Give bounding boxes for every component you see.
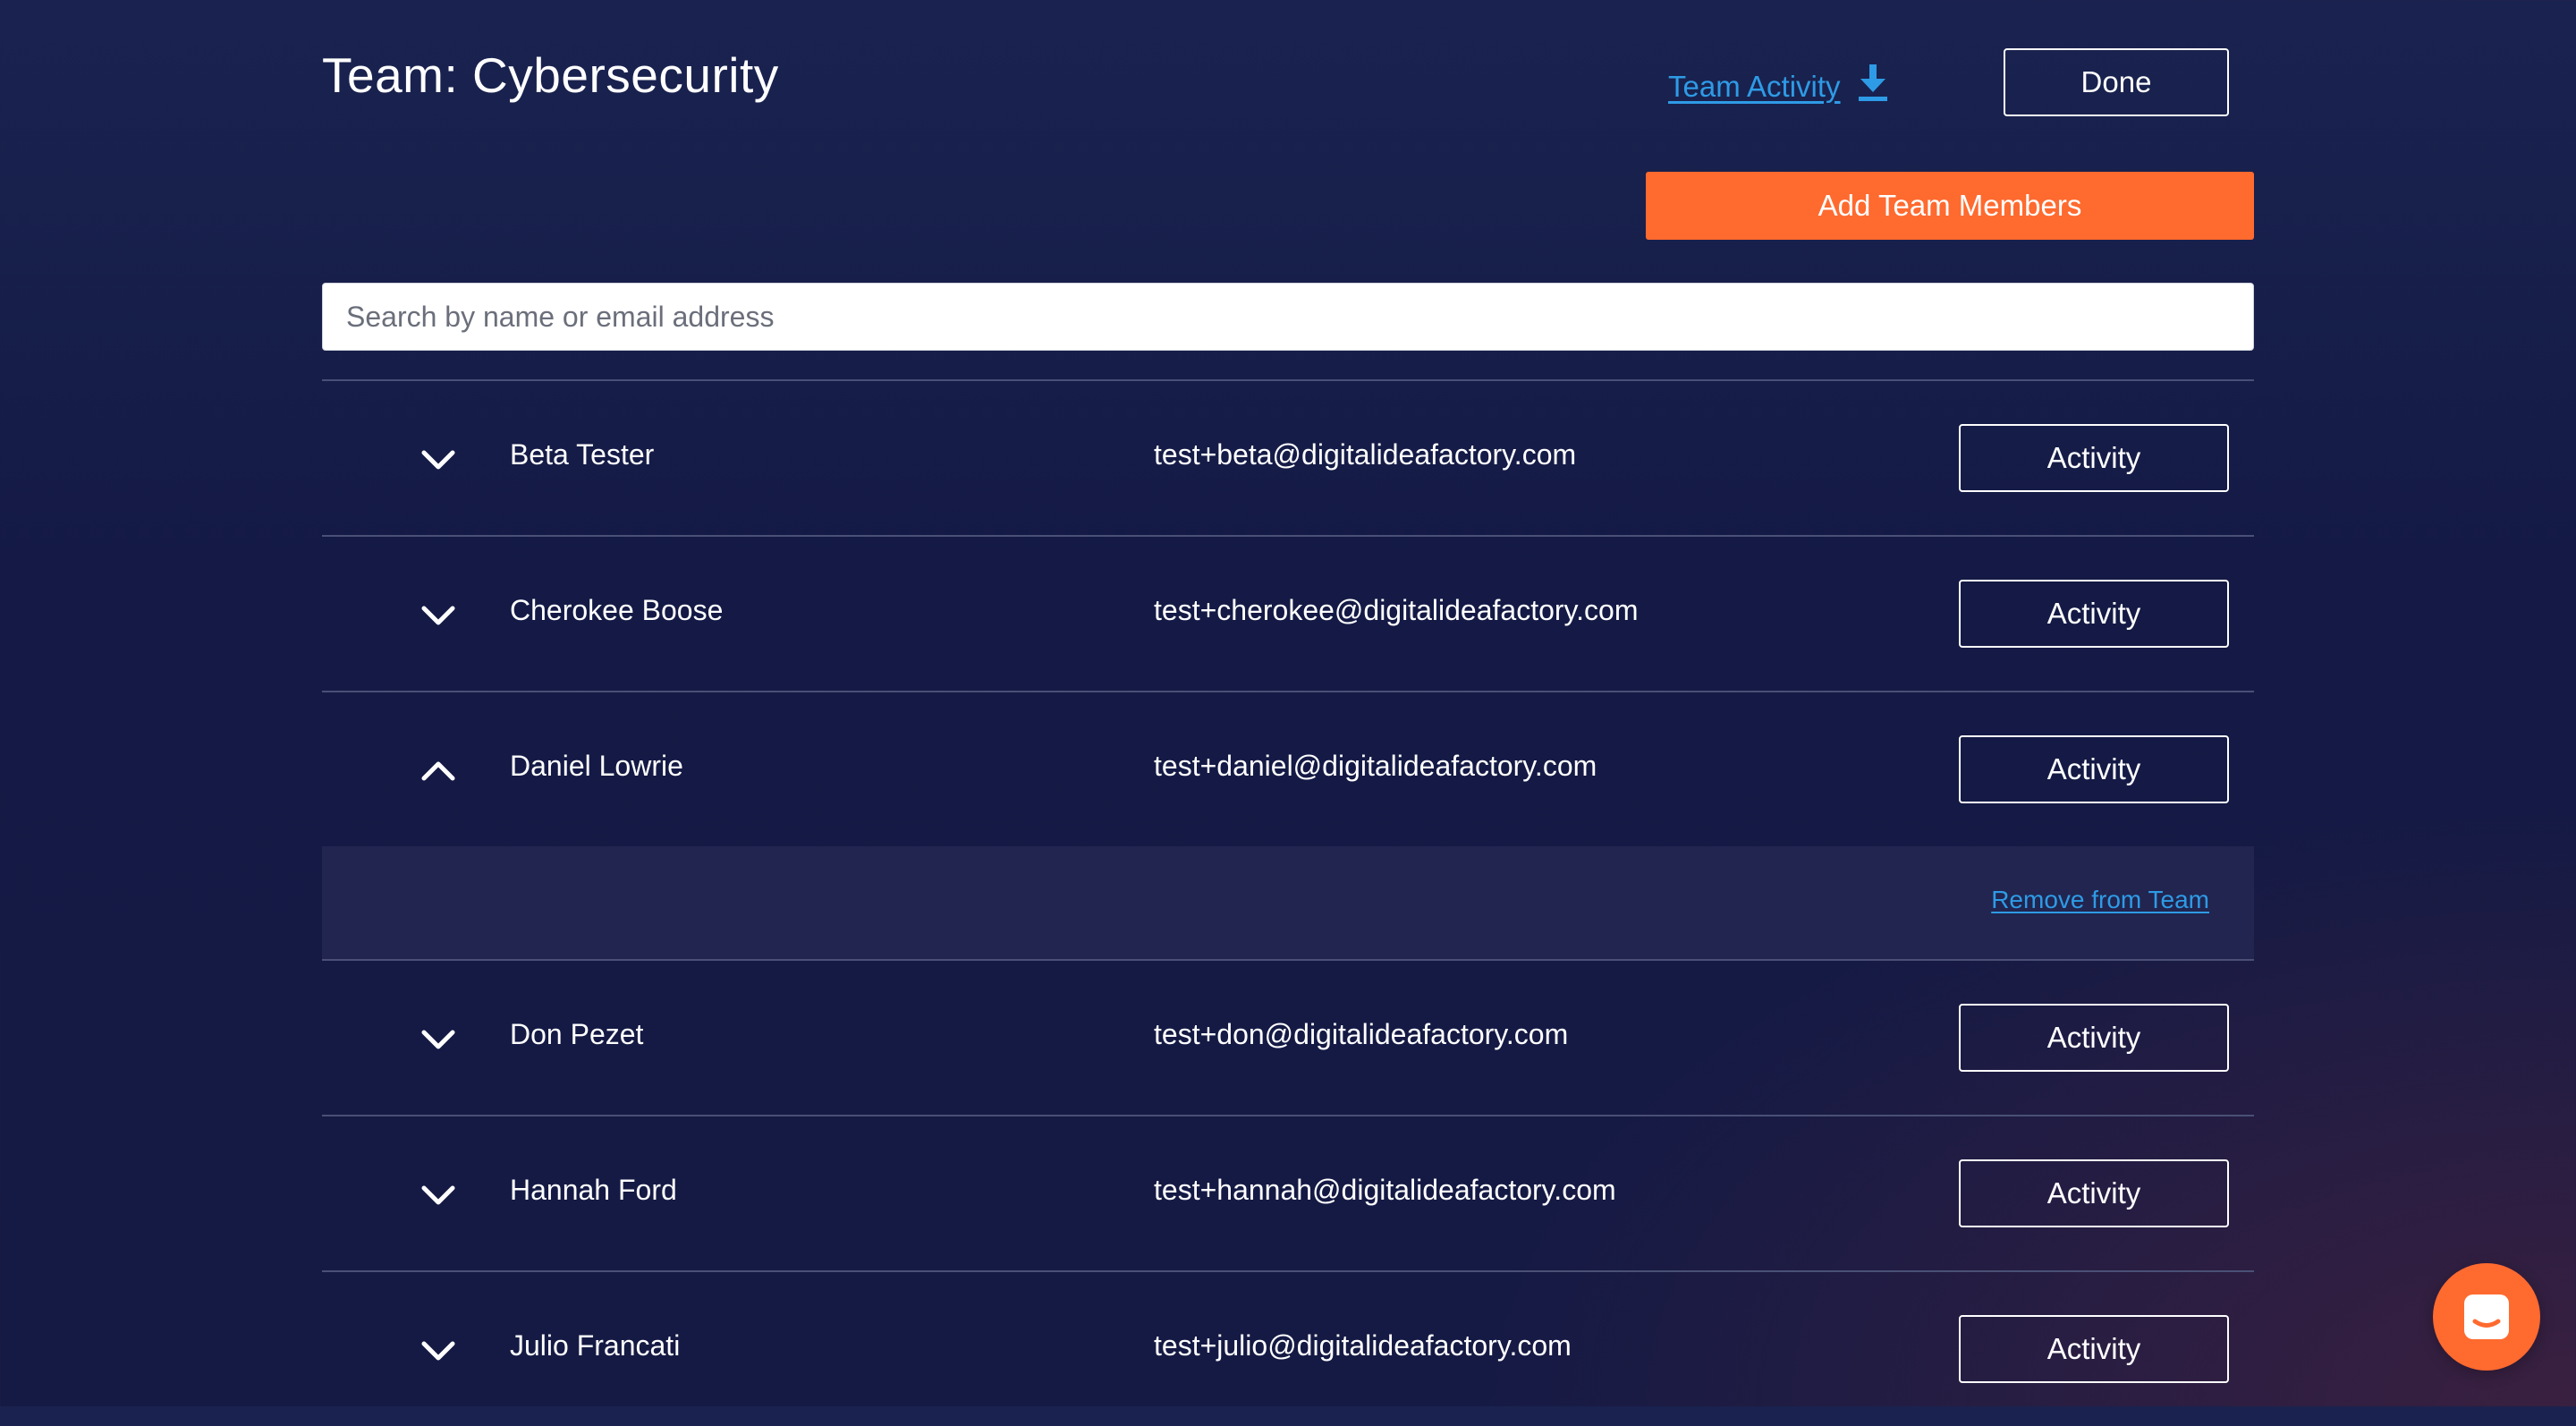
member-name: Julio Francati — [510, 1329, 681, 1362]
chevron-down-icon[interactable] — [419, 1020, 458, 1059]
member-row: Beta Tester test+beta@digitalideafactory… — [322, 379, 2254, 535]
member-email: test+hannah@digitalideafactory.com — [1154, 1174, 1616, 1206]
team-page: Team: Cybersecurity Team Activity Done A… — [322, 0, 2254, 1406]
activity-button[interactable]: Activity — [1959, 1159, 2229, 1227]
member-email: test+cherokee@digitalideafactory.com — [1154, 594, 1639, 626]
chevron-down-icon[interactable] — [419, 1176, 458, 1215]
member-email: test+don@digitalideafactory.com — [1154, 1018, 1569, 1050]
member-email: test+daniel@digitalideafactory.com — [1154, 750, 1597, 782]
member-name: Daniel Lowrie — [510, 750, 683, 782]
activity-button[interactable]: Activity — [1959, 735, 2229, 803]
add-team-members-button[interactable]: Add Team Members — [1646, 172, 2254, 240]
team-activity-label: Team Activity — [1668, 70, 1841, 103]
done-button[interactable]: Done — [2004, 48, 2229, 116]
member-name: Don Pezet — [510, 1018, 644, 1050]
member-details-panel: Remove from Team — [322, 846, 2254, 959]
team-activity-link[interactable]: Team Activity — [1668, 64, 1889, 109]
chevron-down-icon[interactable] — [419, 596, 458, 635]
activity-button[interactable]: Activity — [1959, 424, 2229, 492]
member-row: Hannah Ford test+hannah@digitalideafacto… — [322, 1115, 2254, 1270]
activity-button[interactable]: Activity — [1959, 1004, 2229, 1072]
member-name: Cherokee Boose — [510, 594, 724, 626]
chevron-down-icon[interactable] — [419, 1331, 458, 1371]
member-row: Julio Francati test+julio@digitalideafac… — [322, 1270, 2254, 1426]
search-input[interactable] — [322, 283, 2254, 351]
chat-icon — [2464, 1294, 2509, 1339]
remove-from-team-link[interactable]: Remove from Team — [1991, 886, 2209, 914]
chevron-up-icon[interactable] — [419, 751, 458, 791]
member-row: Cherokee Boose test+cherokee@digitalidea… — [322, 535, 2254, 691]
member-name: Hannah Ford — [510, 1174, 677, 1206]
member-row: Don Pezet test+don@digitalideafactory.co… — [322, 959, 2254, 1115]
member-email: test+beta@digitalideafactory.com — [1154, 438, 1577, 471]
activity-button[interactable]: Activity — [1959, 580, 2229, 648]
activity-button[interactable]: Activity — [1959, 1315, 2229, 1383]
member-name: Beta Tester — [510, 438, 655, 471]
page-title: Team: Cybersecurity — [322, 47, 779, 103]
member-email: test+julio@digitalideafactory.com — [1154, 1329, 1572, 1362]
member-list: Beta Tester test+beta@digitalideafactory… — [322, 379, 2254, 1426]
member-row: Daniel Lowrie test+daniel@digitalideafac… — [322, 691, 2254, 846]
download-icon — [1857, 64, 1889, 109]
chat-launcher-button[interactable] — [2433, 1263, 2540, 1371]
chevron-down-icon[interactable] — [419, 440, 458, 480]
